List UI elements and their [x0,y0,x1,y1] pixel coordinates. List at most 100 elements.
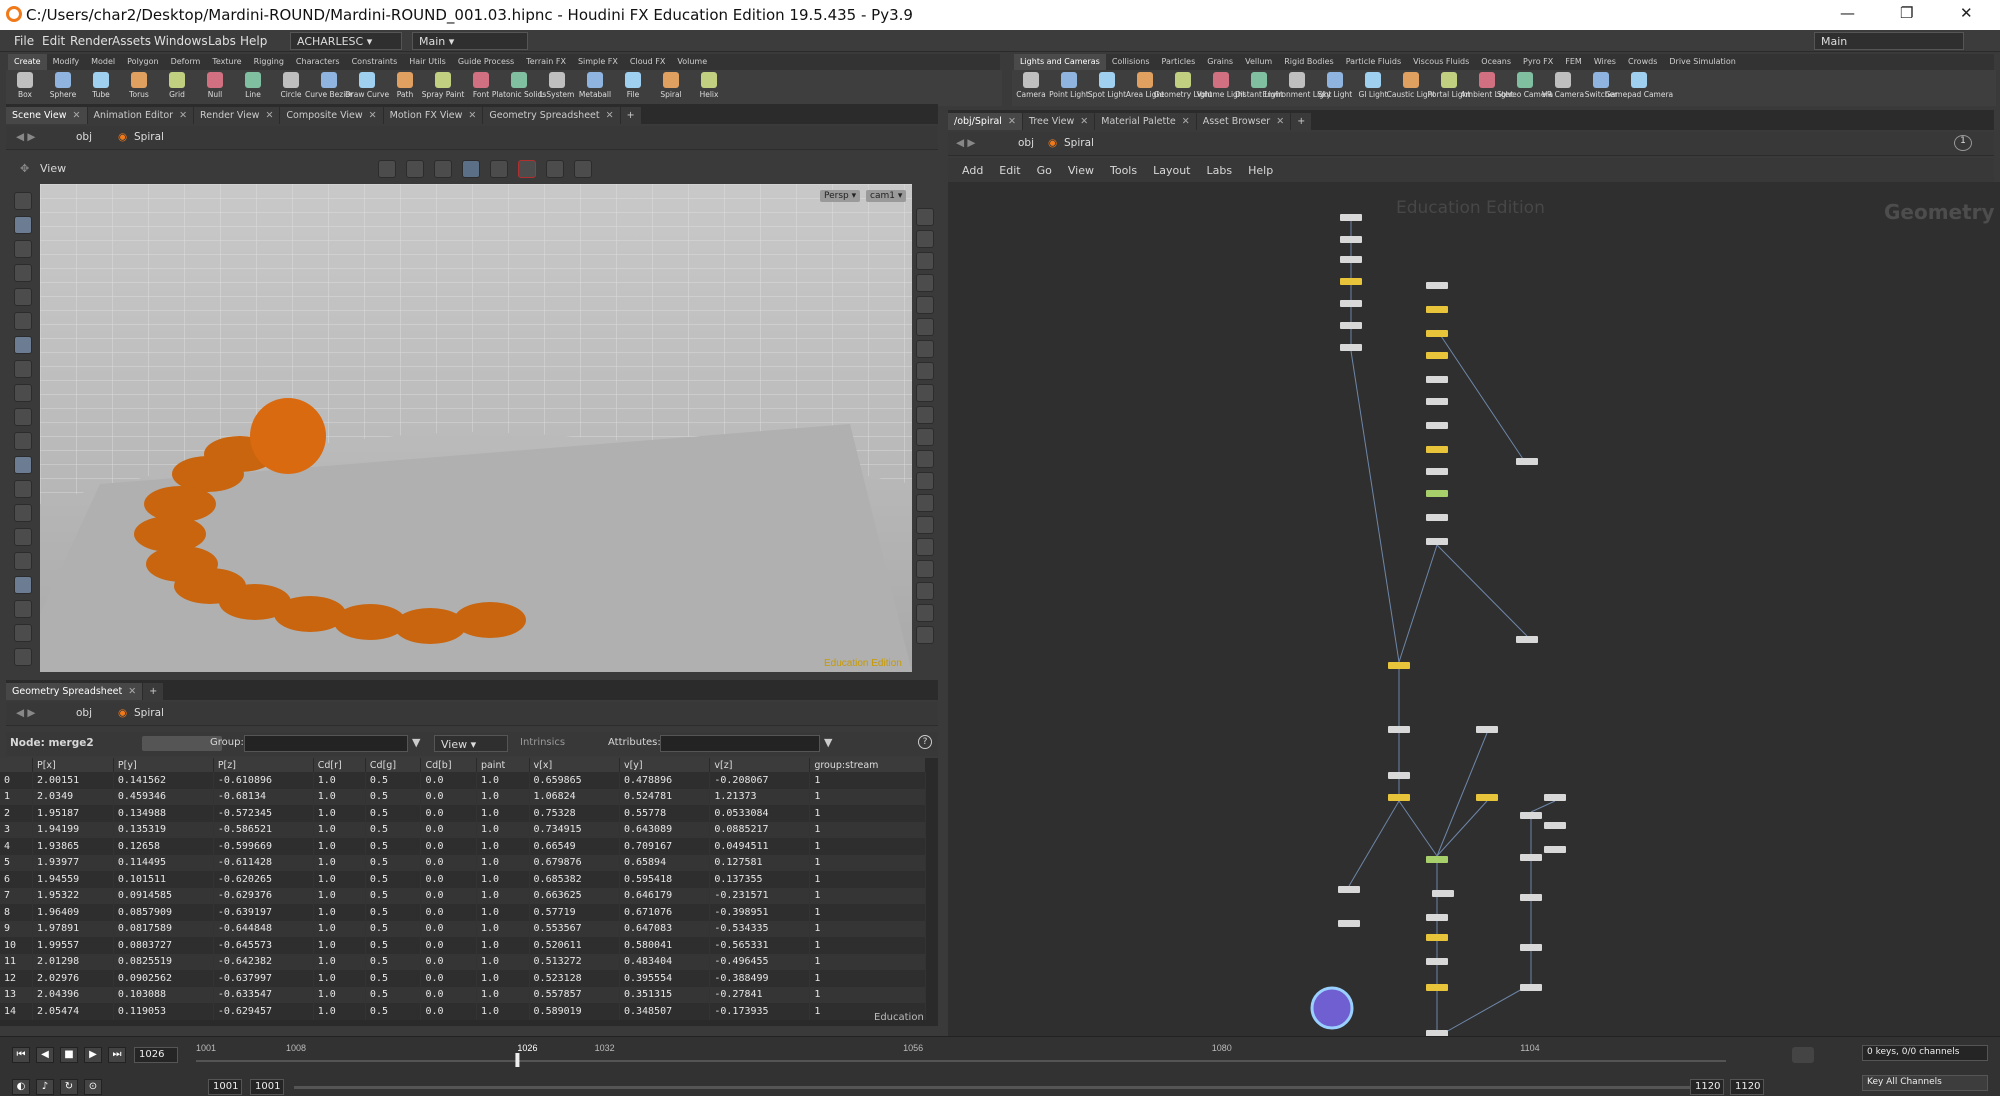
viewer-tool-icon[interactable] [14,216,32,234]
persp-menu[interactable]: Persp ▾ [820,190,861,202]
network-editor[interactable]: Education Edition Geometry [948,182,2000,1040]
network-node[interactable] [1340,300,1362,307]
display-option-icon[interactable] [916,230,934,248]
tool-curve-bezier[interactable]: Curve Bezier [305,70,353,106]
add-tab-button[interactable]: + [143,683,164,700]
network-node[interactable] [1426,514,1448,521]
table-row[interactable]: 2 1.95187 0.134988 -0.572345 1.0 0.5 0.0 1.0 0.7… [0,805,926,822]
select-tool-icon[interactable] [378,160,396,178]
network-menu-edit[interactable]: Edit [999,164,1020,177]
handle-tool-icon[interactable] [434,160,452,178]
column-header[interactable]: v[x] [529,758,620,772]
menu-render[interactable]: Render [70,34,113,48]
tool-box[interactable]: Box [6,70,44,106]
spreadsheet-path-obj[interactable]: obj [76,707,92,719]
viewer-tool-icon[interactable] [14,648,32,666]
group-field[interactable] [244,735,408,752]
network-node[interactable] [1432,890,1454,897]
viewer-tool-icon[interactable] [14,192,32,210]
filter-icon[interactable]: ▼ [412,736,420,749]
display-option-icon[interactable] [916,450,934,468]
network-node[interactable] [1426,282,1448,289]
network-badge[interactable]: 1 [1954,135,1972,151]
network-node[interactable] [1426,856,1448,863]
viewer-tool-icon[interactable] [14,408,32,426]
tool-line[interactable]: Line [234,70,272,106]
display-option-icon[interactable] [916,472,934,490]
right-tab-pyro-fx[interactable]: Pyro FX [1517,54,1559,70]
left-tab-modify[interactable]: Modify [47,54,86,70]
spreadsheet-path-spiral[interactable]: Spiral [134,707,164,719]
network-node[interactable] [1426,934,1448,941]
column-header[interactable]: group:stream [809,758,926,772]
display-option-icon[interactable] [916,538,934,556]
network-back-icon[interactable]: ◀ ▶ [956,137,976,149]
viewer-tool-icon[interactable] [14,576,32,594]
network-menu-help[interactable]: Help [1248,164,1273,177]
fps-icon[interactable]: ⊙ [84,1079,102,1095]
network-menu-layout[interactable]: Layout [1153,164,1190,177]
viewer-tool-icon[interactable] [14,336,32,354]
close-tab-icon[interactable]: ✕ [128,686,136,697]
tool-torus[interactable]: Torus [120,70,158,106]
tool-metaball[interactable]: Metaball [576,70,614,106]
tool-gi-light[interactable]: GI Light [1354,70,1392,106]
display-option-icon[interactable] [916,274,934,292]
tool-null[interactable]: Null [196,70,234,106]
jump-end-icon[interactable]: ⏭ [108,1047,126,1063]
right-tab-particles[interactable]: Particles [1156,54,1202,70]
column-header[interactable]: v[y] [619,758,711,772]
network-menu-labs[interactable]: Labs [1207,164,1233,177]
viewer-tool-icon[interactable] [14,432,32,450]
visibility-icon[interactable] [490,160,508,178]
tool-geometry-light[interactable]: Geometry Light [1154,70,1212,106]
end-frame-field-2[interactable]: 1120 [1730,1079,1764,1095]
tool-ambient-light[interactable]: Ambient Light [1461,70,1513,106]
viewer-tool-icon[interactable] [14,528,32,546]
tool-draw-curve[interactable]: Draw Curve [345,70,389,106]
desktop-right-dropdown[interactable]: Main [1814,32,1964,50]
tab-scene-view[interactable]: Scene View ✕ [6,107,87,124]
left-tab-guide-process[interactable]: Guide Process [452,54,520,70]
tool-sphere[interactable]: Sphere [44,70,82,106]
network-node[interactable] [1426,468,1448,475]
column-header[interactable]: Cd[g] [365,758,422,772]
tab-asset-browser[interactable]: Asset Browser ✕ [1196,113,1291,130]
tool-caustic-light[interactable]: Caustic Light [1387,70,1435,106]
geometry-spreadsheet-table[interactable]: P[x] P[y] P[z] Cd[r] Cd[g] Cd[b] paint v[x] v[y]… [0,758,938,1026]
network-node[interactable] [1340,322,1362,329]
display-option-icon[interactable] [916,516,934,534]
tool-gamepad-camera[interactable]: Gamepad Camera [1605,70,1673,106]
table-row[interactable]: 8 1.96409 0.0857909 -0.639197 1.0 0.5 0.0 1.0 0.… [0,904,926,921]
tool-grid[interactable]: Grid [158,70,196,106]
tool-camera[interactable]: Camera [1012,70,1050,106]
display-option-icon[interactable] [916,560,934,578]
help-icon[interactable]: ? [918,735,932,749]
tool-file[interactable]: File [614,70,652,106]
tool-font[interactable]: Font [462,70,500,106]
right-tab-crowds[interactable]: Crowds [1622,54,1663,70]
viewer-tool-icon[interactable] [14,360,32,378]
network-node[interactable] [1388,772,1410,779]
menu-help[interactable]: Help [240,34,267,48]
display-option-icon[interactable] [916,494,934,512]
network-path-spiral[interactable]: Spiral [1064,137,1094,149]
network-node[interactable] [1340,214,1362,221]
network-node[interactable] [1426,352,1448,359]
audio-icon[interactable]: ♪ [36,1079,54,1095]
start-frame-field-2[interactable]: 1001 [250,1079,284,1095]
network-node[interactable] [1388,794,1410,801]
table-row[interactable]: 10 1.99557 0.0803727 -0.645573 1.0 0.5 0.0 1.0 0… [0,937,926,954]
maximize-button[interactable]: ❐ [1900,4,1913,22]
close-tab-icon[interactable]: ✕ [606,110,614,121]
menu-assets[interactable]: Assets [112,34,151,48]
start-frame-field[interactable]: 1001 [208,1079,242,1095]
column-header[interactable]: P[y] [113,758,214,772]
tool-volume-light[interactable]: Volume Light [1197,70,1246,106]
tool-l-system[interactable]: L-System [538,70,576,106]
close-tab-icon[interactable]: ✕ [1276,116,1284,127]
display-option-icon[interactable] [916,604,934,622]
colorspace-dropdown[interactable]: ACHARLESC ▾ [290,32,402,50]
tool-spray-paint[interactable]: Spray Paint [422,70,464,106]
add-tab-button[interactable]: + [620,107,641,124]
